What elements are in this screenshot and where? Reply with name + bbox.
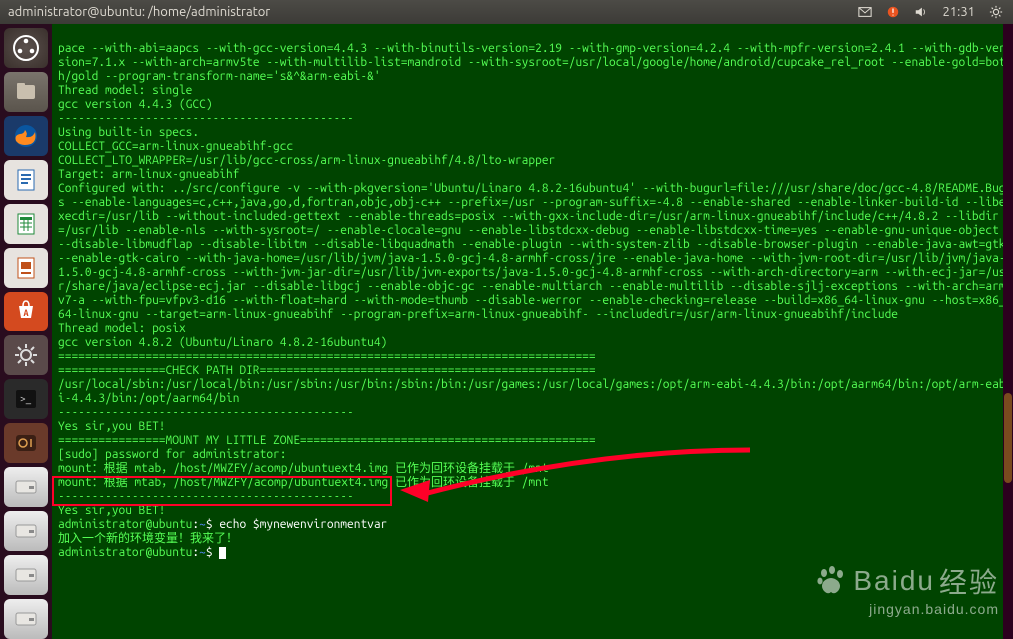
out-line: [sudo] password for administrator: bbox=[58, 448, 286, 461]
out-line: gcc version 4.8.2 (Ubuntu/Linaro 4.8.2-1… bbox=[58, 336, 387, 349]
out-line: COLLECT_LTO_WRAPPER=/usr/lib/gcc-cross/a… bbox=[58, 154, 555, 167]
out-line: Thread model: single bbox=[58, 84, 192, 97]
out-line: COLLECT_GCC=arm-linux-gnueabihf-gcc bbox=[58, 140, 293, 153]
out-line: gcc version 4.4.3 (GCC) bbox=[58, 98, 213, 111]
launcher-disk-3[interactable] bbox=[4, 555, 48, 595]
watermark-brand-en: Baidu bbox=[853, 565, 935, 597]
out-line: Using built-in specs. bbox=[58, 126, 199, 139]
out-line: pace --with-abi=aapcs --with-gcc-version… bbox=[58, 42, 1006, 83]
out-line: mount：根据 mtab，/host/MWZFY/acomp/ubuntuex… bbox=[58, 462, 549, 475]
scrollbar-thumb[interactable] bbox=[1004, 393, 1012, 483]
launcher-writer[interactable] bbox=[4, 160, 48, 200]
launcher-disk-2[interactable] bbox=[4, 511, 48, 551]
out-line: Thread model: posix bbox=[58, 322, 186, 335]
out-line: ----------------------------------------… bbox=[58, 406, 354, 419]
paw-icon bbox=[813, 563, 849, 599]
out-line: Configured with: ../src/configure -v --w… bbox=[58, 182, 1012, 321]
launcher-disk-4[interactable] bbox=[4, 599, 48, 639]
out-line: ----------------------------------------… bbox=[58, 112, 354, 125]
watermark: Baidu经验 jingyan.baidu.com bbox=[813, 561, 999, 617]
out-line: 加入一个新的环境变量！我来了！ bbox=[58, 532, 238, 545]
unity-launcher: A >_ bbox=[0, 24, 52, 639]
out-line: mount：根据 mtab，/host/MWZFY/acomp/ubuntuex… bbox=[58, 476, 549, 489]
launcher-firefox[interactable] bbox=[4, 116, 48, 156]
out-line: Target: arm-linux-gnueabihf bbox=[58, 168, 239, 181]
prompt-path: ~ bbox=[199, 518, 206, 531]
launcher-settings[interactable] bbox=[4, 335, 48, 375]
prompt-path: ~ bbox=[199, 546, 206, 559]
launcher-calc[interactable] bbox=[4, 204, 48, 244]
out-line: Yes sir,you BET! bbox=[58, 504, 166, 517]
launcher-disk-1[interactable] bbox=[4, 467, 48, 507]
out-line: /usr/local/sbin:/usr/local/bin:/usr/sbin… bbox=[58, 378, 1006, 405]
prompt-line: administrator@ubuntu:~$ bbox=[58, 546, 226, 559]
out-line: ================CHECK PATH DIR==========… bbox=[58, 364, 596, 377]
out-line: ========================================… bbox=[58, 350, 596, 363]
volume-icon[interactable] bbox=[914, 5, 928, 19]
svg-text:A: A bbox=[23, 308, 28, 318]
out-line: Yes sir,you BET! bbox=[58, 420, 166, 433]
prompt-user: administrator@ubuntu bbox=[58, 546, 192, 559]
launcher-terminal[interactable]: >_ bbox=[4, 379, 48, 419]
prompt-user: administrator@ubuntu bbox=[58, 518, 192, 531]
cursor bbox=[219, 547, 226, 559]
updates-icon[interactable] bbox=[886, 5, 900, 19]
out-line: ================MOUNT MY LITTLE ZONE====… bbox=[58, 434, 596, 447]
prompt-line: administrator@ubuntu:~$ echo $mynewenvir… bbox=[58, 518, 387, 531]
command-text: echo $mynewenvironmentvar bbox=[219, 518, 387, 531]
gear-icon[interactable] bbox=[989, 5, 1003, 19]
watermark-url: jingyan.baidu.com bbox=[813, 601, 999, 617]
launcher-files[interactable] bbox=[4, 72, 48, 112]
launcher-software-center[interactable]: A bbox=[4, 292, 48, 332]
launcher-media[interactable] bbox=[4, 423, 48, 463]
launcher-impress[interactable] bbox=[4, 248, 48, 288]
terminal-scrollbar[interactable] bbox=[1003, 24, 1013, 639]
svg-text:>_: >_ bbox=[20, 393, 32, 404]
mail-icon[interactable] bbox=[858, 5, 872, 19]
system-tray: 21:31 bbox=[858, 5, 1013, 19]
window-titlebar: administrator@ubuntu: /home/administrato… bbox=[0, 0, 1013, 24]
terminal-output[interactable]: pace --with-abi=aapcs --with-gcc-version… bbox=[52, 24, 1013, 639]
launcher-dash[interactable] bbox=[4, 28, 48, 68]
window-title: administrator@ubuntu: /home/administrato… bbox=[8, 5, 270, 19]
out-line: ----------------------------------------… bbox=[58, 490, 354, 503]
clock[interactable]: 21:31 bbox=[942, 5, 975, 19]
watermark-brand-cn: 经验 bbox=[939, 561, 999, 601]
